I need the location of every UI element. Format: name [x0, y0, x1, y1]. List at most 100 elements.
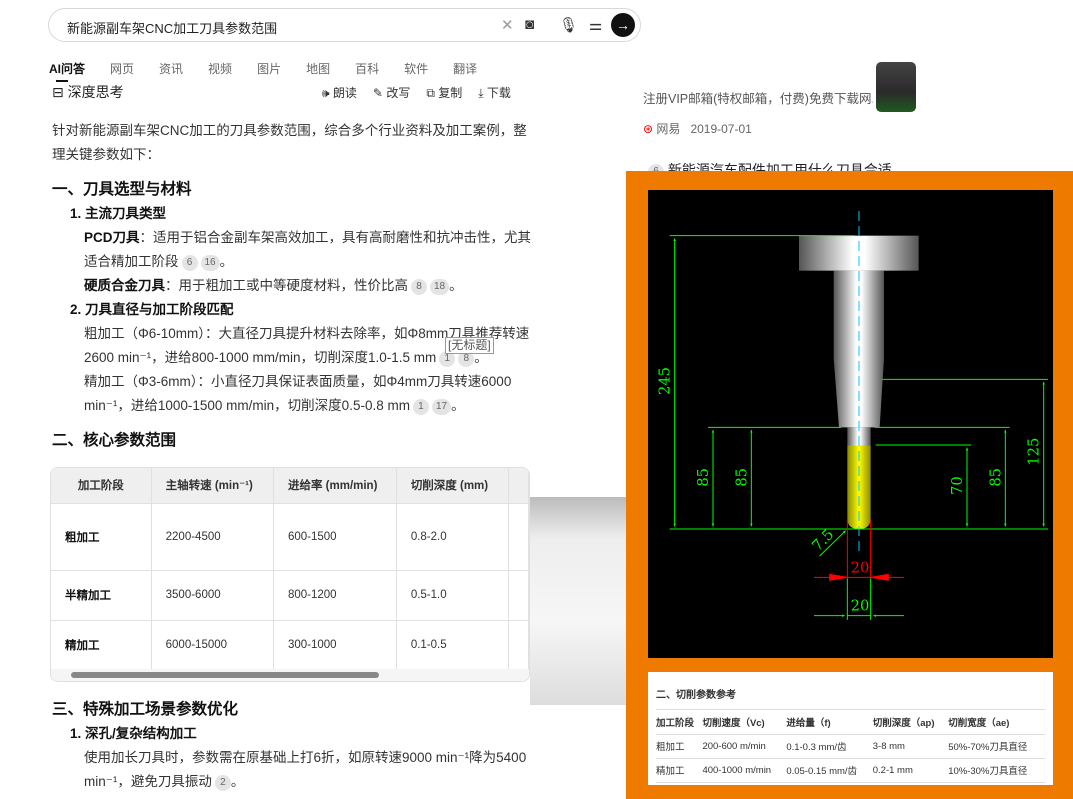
read-label: 朗读 [332, 86, 357, 100]
carbide-paragraph: 硬质合金刀具：用于粗加工或中等硬度材料，性价比高 8 18。 [84, 278, 463, 295]
netease-logo-icon: ⊛ [643, 122, 654, 136]
tab-images[interactable]: 图片 [257, 60, 281, 77]
table-cell: 300-1000 [273, 619, 397, 670]
tab-news[interactable]: 资讯 [159, 60, 183, 77]
answer-actions: 🕪 朗读 ✎ 改写 ⧉ 复制 ⤓ 下载 [322, 84, 511, 101]
table-row: 粗加工 200-600 m/min 0.1-0.3 mm/齿 3-8 mm 50%-70… [656, 734, 1045, 759]
tool-drawing-svg: 245 85 85 70 85 125 7.5 20 20 [657, 211, 1048, 620]
rewrite-label: 改写 [386, 86, 411, 100]
citation[interactable]: 6 [181, 255, 198, 271]
deep-hole-paragraph: 使用加长刀具时，参数需在原基础上打6折，如原转速9000 min⁻¹降为5400… [84, 750, 527, 791]
pcd-label: PCD刀具 [84, 230, 140, 245]
section-heading: 二、核心参数范围 [52, 432, 177, 449]
table-cell: 0.1-0.5 [396, 619, 510, 670]
table-cell: 600-1500 [273, 502, 397, 570]
tab-video[interactable]: 视频 [208, 60, 232, 77]
rewrite-button[interactable]: ✎ 改写 [373, 84, 410, 101]
finish-paragraph: 精加工（Φ3-6mm）：小直径刀具保证表面质量，如Φ4mm刀具转速6000 mi… [84, 374, 512, 415]
dim-125: 125 [1026, 438, 1043, 466]
tab-translate[interactable]: 翻译 [453, 60, 477, 77]
read-aloud-button[interactable]: 🕪 朗读 [322, 84, 357, 101]
untitled-tooltip: [无标题] [445, 337, 494, 354]
table-cell: 精加工 [656, 758, 703, 783]
column-header: 主轴转速 (min⁻¹) [151, 468, 274, 503]
section-1: 一、刀具选型与材料 1. 主流刀具类型 PCD刀具：适用于铝合金副车架高效加工，… [52, 178, 532, 418]
result-thumbnail[interactable] [876, 62, 916, 112]
source-name[interactable]: 网易 [656, 122, 680, 136]
dim-85-a: 85 [695, 468, 712, 487]
copy-button[interactable]: ⧉ 复制 [426, 84, 462, 101]
horizontal-scrollbar[interactable] [51, 669, 529, 681]
table-cell: 0.8-2.0 [396, 502, 510, 570]
section-3: 三、特殊加工场景参数优化 1. 深孔/复杂结构加工 使用加长刀具时，参数需在原基… [52, 698, 532, 794]
column-header: 切削宽度（ae) [948, 710, 1045, 735]
search-tabs: AI问答 网页 资讯 视频 图片 地图 百科 软件 翻译 [49, 60, 502, 77]
tool-dimension-drawing: 245 85 85 70 85 125 7.5 20 20 [648, 190, 1053, 658]
table-cell: 50%-70%刀具直径 [948, 734, 1045, 759]
deep-thinking-title: 深度思考 [67, 84, 124, 100]
dim-245: 245 [657, 367, 674, 395]
table-row: 精加工 400-1000 m/min 0.05-0.15 mm/齿 0.2-1 mm 1… [656, 758, 1045, 783]
dim-radius: 7.5 [809, 526, 838, 555]
clear-icon[interactable]: ✕ [501, 16, 514, 34]
citation[interactable]: 8 [411, 279, 427, 295]
column-header: 加工阶段 [656, 710, 703, 735]
table-cell: 0.05-0.15 mm/齿 [786, 758, 873, 783]
table-cell: 半精加工 [51, 569, 152, 620]
section-heading: 一、刀具选型与材料 [52, 181, 192, 198]
document-icon: ⊟ [52, 84, 64, 100]
table-cell: 0.5-1.0 [396, 569, 510, 620]
tab-map[interactable]: 地图 [306, 60, 330, 77]
cutting-reference-table: 二、切削参数参考 加工阶段 切削速度（Vc) 进给量（f) 切削深度（ap) 切削宽度（… [648, 672, 1053, 785]
deep-hole-text: 使用加长刀具时，参数需在原基础上打6折，如原转速9000 min⁻¹降为5400… [84, 750, 527, 789]
column-header: 切削深度（ap) [872, 710, 949, 735]
table-cell: 10%-30%刀具直径 [948, 758, 1045, 783]
dim-20-red: 20 [851, 559, 870, 576]
list-item-heading: 1. 主流刀具类型 [70, 206, 167, 221]
citation[interactable]: 1 [412, 399, 429, 415]
column-header: 进给量（f) [786, 710, 873, 735]
search-box[interactable]: 新能源副车架CNC加工刀具参数范围 ✕ ◙ 🎙︎ ⚌ → [48, 8, 641, 42]
list-item-heading: 2. 刀具直径与加工阶段匹配 [70, 302, 234, 317]
column-header: 进给率 (mm/min) [273, 468, 397, 503]
citation[interactable]: 2 [214, 775, 231, 791]
microphone-icon[interactable]: 🎙︎ [559, 16, 578, 34]
scrollbar-thumb[interactable] [71, 672, 379, 678]
download-label: 下载 [486, 86, 511, 100]
background-3d-image [530, 497, 626, 705]
section-heading: 三、特殊加工场景参数优化 [52, 701, 239, 718]
tab-ai[interactable]: AI问答 [49, 60, 85, 77]
search-input[interactable]: 新能源副车架CNC加工刀具参数范围 [67, 18, 277, 37]
list-item-heading: 1. 深孔/复杂结构加工 [70, 726, 197, 741]
dim-20-green: 20 [851, 598, 870, 615]
table-cell: 精加工 [51, 619, 152, 670]
result-snippet[interactable]: 注册VIP邮箱(特权邮箱，付费)免费下载网... [643, 88, 873, 107]
table-row: 半精加工 3500-6000 800-1200 0.5-1.0 [51, 569, 529, 620]
table-cell: 3500-6000 [151, 569, 274, 620]
carbide-text: ：用于粗加工或中等硬度材料，性价比高 [165, 278, 408, 293]
citation[interactable]: 17 [431, 399, 452, 415]
tab-web[interactable]: 网页 [110, 60, 134, 77]
table-cell: 0.1-0.3 mm/齿 [786, 734, 873, 759]
camera-icon[interactable]: ◙ [525, 16, 534, 33]
dim-85-b: 85 [733, 468, 750, 487]
citation[interactable]: 18 [430, 279, 450, 295]
table-cell: 800-1200 [273, 569, 397, 620]
table-row: 精加工 6000-15000 300-1000 0.1-0.5 [51, 619, 529, 670]
search-submit-button[interactable]: → [611, 13, 635, 37]
table-cell: 0.2-1 mm [872, 758, 949, 783]
pcd-text: ：适用于铝合金副车架高效加工，具有高耐磨性和抗冲击性，尤其适合精加工阶段 [84, 230, 532, 269]
table-cell: 400-1000 m/min [702, 758, 787, 783]
table-cell: 2200-4500 [151, 502, 274, 570]
citation[interactable]: 16 [200, 255, 220, 271]
table-cell: 3-8 mm [872, 734, 949, 759]
table-header-row: 加工阶段 主轴转速 (min⁻¹) 进给率 (mm/min) 切削深度 (mm) [51, 468, 529, 503]
intro-paragraph: 针对新能源副车架CNC加工的刀具参数范围，综合多个行业资料及加工案例，整理关键参… [52, 123, 527, 162]
tab-baike[interactable]: 百科 [355, 60, 379, 77]
download-button[interactable]: ⤓ 下载 [478, 84, 511, 101]
result-date: 2019-07-01 [690, 122, 752, 136]
tab-software[interactable]: 软件 [404, 60, 428, 77]
reference-table-title: 二、切削参数参考 [656, 672, 1045, 710]
table-row: 粗加工 2200-4500 600-1500 0.8-2.0 [51, 502, 529, 570]
filter-icon[interactable]: ⚌ [589, 16, 602, 34]
